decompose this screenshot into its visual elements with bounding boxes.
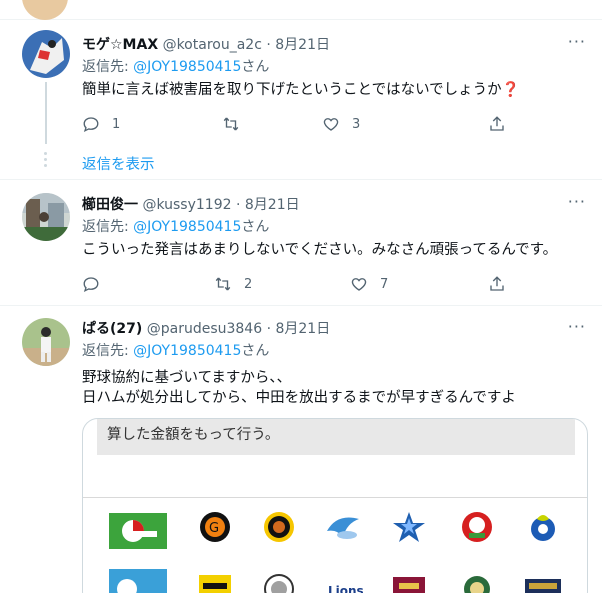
- reply-to: 返信先: @JOY19850415さん: [82, 58, 269, 76]
- avatar[interactable]: [22, 193, 70, 241]
- like-icon: [351, 278, 367, 291]
- tweet-header: ぱる(27) @parudesu3846 · 8月21日: [82, 320, 330, 338]
- tweet-actions: 2 7: [82, 274, 512, 294]
- swallows-logo: [327, 517, 359, 539]
- more-icon[interactable]: ···: [568, 192, 586, 211]
- display-name[interactable]: モゲ☆MAX: [82, 37, 158, 53]
- reply-icon: [83, 117, 99, 133]
- reply-to-prefix: 返信先:: [82, 343, 129, 359]
- user-handle[interactable]: @parudesu3846: [147, 321, 262, 337]
- buffaloes-logo: [525, 579, 561, 593]
- thread-dots: [44, 152, 48, 170]
- avatar[interactable]: [22, 318, 70, 366]
- retweet-count: 2: [244, 276, 253, 292]
- tweet-header: 櫛田俊一 @kussy1192 · 8月21日: [82, 196, 300, 214]
- reply-to-suffix: さん: [241, 219, 270, 235]
- tweet[interactable]: ぱる(27) @parudesu3846 · 8月21日 ··· 返信先: @J…: [0, 306, 602, 593]
- user-handle[interactable]: @kotarou_a2c: [163, 37, 262, 53]
- reply-to-prefix: 返信先:: [82, 219, 129, 235]
- like-button[interactable]: 3: [322, 114, 360, 134]
- reply-to-target[interactable]: @JOY19850415: [133, 343, 241, 359]
- display-name[interactable]: ぱる(27): [82, 321, 142, 337]
- lions-logo: Lions: [325, 579, 363, 593]
- separator-dot: ·: [266, 321, 272, 337]
- tweet-date[interactable]: 8月21日: [245, 197, 300, 213]
- svg-text:Lions: Lions: [328, 584, 363, 593]
- display-name[interactable]: 櫛田俊一: [82, 197, 138, 213]
- retweet-button[interactable]: 2: [214, 274, 252, 294]
- reply-button[interactable]: [82, 274, 112, 294]
- reply-to-prefix: 返信先:: [82, 59, 129, 75]
- previous-tweet-remnant: [0, 0, 602, 20]
- share-icon: [490, 116, 504, 131]
- baystars-logo: [393, 512, 425, 542]
- reply-to-suffix: さん: [241, 59, 270, 75]
- reply-to-target[interactable]: @JOY19850415: [133, 219, 241, 235]
- share-button[interactable]: [488, 114, 506, 134]
- tweet-text-line: こういった発言はあまりしないでください。みなさん頑張ってるんです。: [82, 242, 558, 258]
- document-excerpt-text: 算した金額をもって行う。: [107, 427, 280, 443]
- logo-e: [393, 577, 425, 593]
- softbank-logo: [199, 575, 231, 593]
- dragons-logo: [531, 515, 555, 541]
- logo-c: [264, 574, 294, 593]
- logo-a: [109, 569, 167, 593]
- carp-logo: [462, 512, 492, 542]
- reply-count: 1: [112, 116, 121, 132]
- reply-to: 返信先: @JOY19850415さん: [82, 218, 269, 236]
- reply-to-suffix: さん: [241, 343, 270, 359]
- avatar[interactable]: [22, 30, 70, 78]
- tweet-text: 野球協約に基づいてますから、、 日ハムが処分出してから、中田を放出するまでが早す…: [82, 368, 516, 408]
- show-replies-link[interactable]: 返信を表示: [82, 153, 155, 174]
- reply-icon: [83, 277, 99, 293]
- tweet[interactable]: 櫛田俊一 @kussy1192 · 8月21日 ··· 返信先: @JOY198…: [0, 181, 602, 306]
- retweet-icon: [215, 277, 231, 291]
- tweet-actions: 1 3: [82, 114, 512, 134]
- more-icon[interactable]: ···: [568, 32, 586, 51]
- tweet-header: モゲ☆MAX @kotarou_a2c · 8月21日: [82, 36, 330, 54]
- retweet-icon: [223, 117, 239, 131]
- svg-text:G: G: [209, 521, 219, 536]
- tweet-text-line: 日ハムが処分出してから、中田を放出するまでが早すぎるんですよ: [82, 390, 516, 406]
- giants-logo: G: [200, 512, 230, 542]
- question-emoji-icon: ❓: [501, 82, 520, 98]
- tweet-text: 簡単に言えば被害届を取り下げたということではないでしょうか❓: [82, 80, 520, 100]
- tweet-text-line: 簡単に言えば被害届を取り下げたということではないでしょうか: [82, 82, 502, 98]
- like-icon: [323, 118, 339, 131]
- thread-line: [45, 82, 47, 144]
- reply-button[interactable]: 1: [82, 114, 120, 134]
- like-count: 7: [380, 276, 389, 292]
- tweet-date[interactable]: 8月21日: [275, 321, 330, 337]
- tweet-text-line: 野球協約に基づいてますから、、: [82, 370, 292, 386]
- like-button[interactable]: 7: [350, 274, 388, 294]
- avatar[interactable]: [22, 0, 68, 20]
- share-icon: [490, 276, 504, 291]
- more-icon[interactable]: ···: [568, 317, 586, 336]
- separator-dot: ·: [235, 197, 241, 213]
- hanshin-logo: [264, 512, 294, 542]
- hiroshima-c-logo: [109, 513, 167, 549]
- retweet-button[interactable]: [222, 114, 252, 134]
- reply-to-target[interactable]: @JOY19850415: [133, 59, 241, 75]
- separator-dot: ·: [266, 37, 271, 53]
- logo-f: [464, 576, 490, 593]
- user-handle[interactable]: @kussy1192: [142, 197, 231, 213]
- reply-to: 返信先: @JOY19850415さん: [82, 342, 269, 360]
- share-button[interactable]: [488, 274, 506, 294]
- like-count: 3: [352, 116, 361, 132]
- media-image[interactable]: 算した金額をもって行う。 G Lions: [82, 418, 588, 593]
- tweet-date[interactable]: 8月21日: [275, 37, 330, 53]
- tweet[interactable]: モゲ☆MAX @kotarou_a2c · 8月21日 ··· 返信先: @JO…: [0, 20, 602, 180]
- divider: [83, 497, 587, 498]
- tweet-text: こういった発言はあまりしないでください。みなさん頑張ってるんです。: [82, 240, 557, 260]
